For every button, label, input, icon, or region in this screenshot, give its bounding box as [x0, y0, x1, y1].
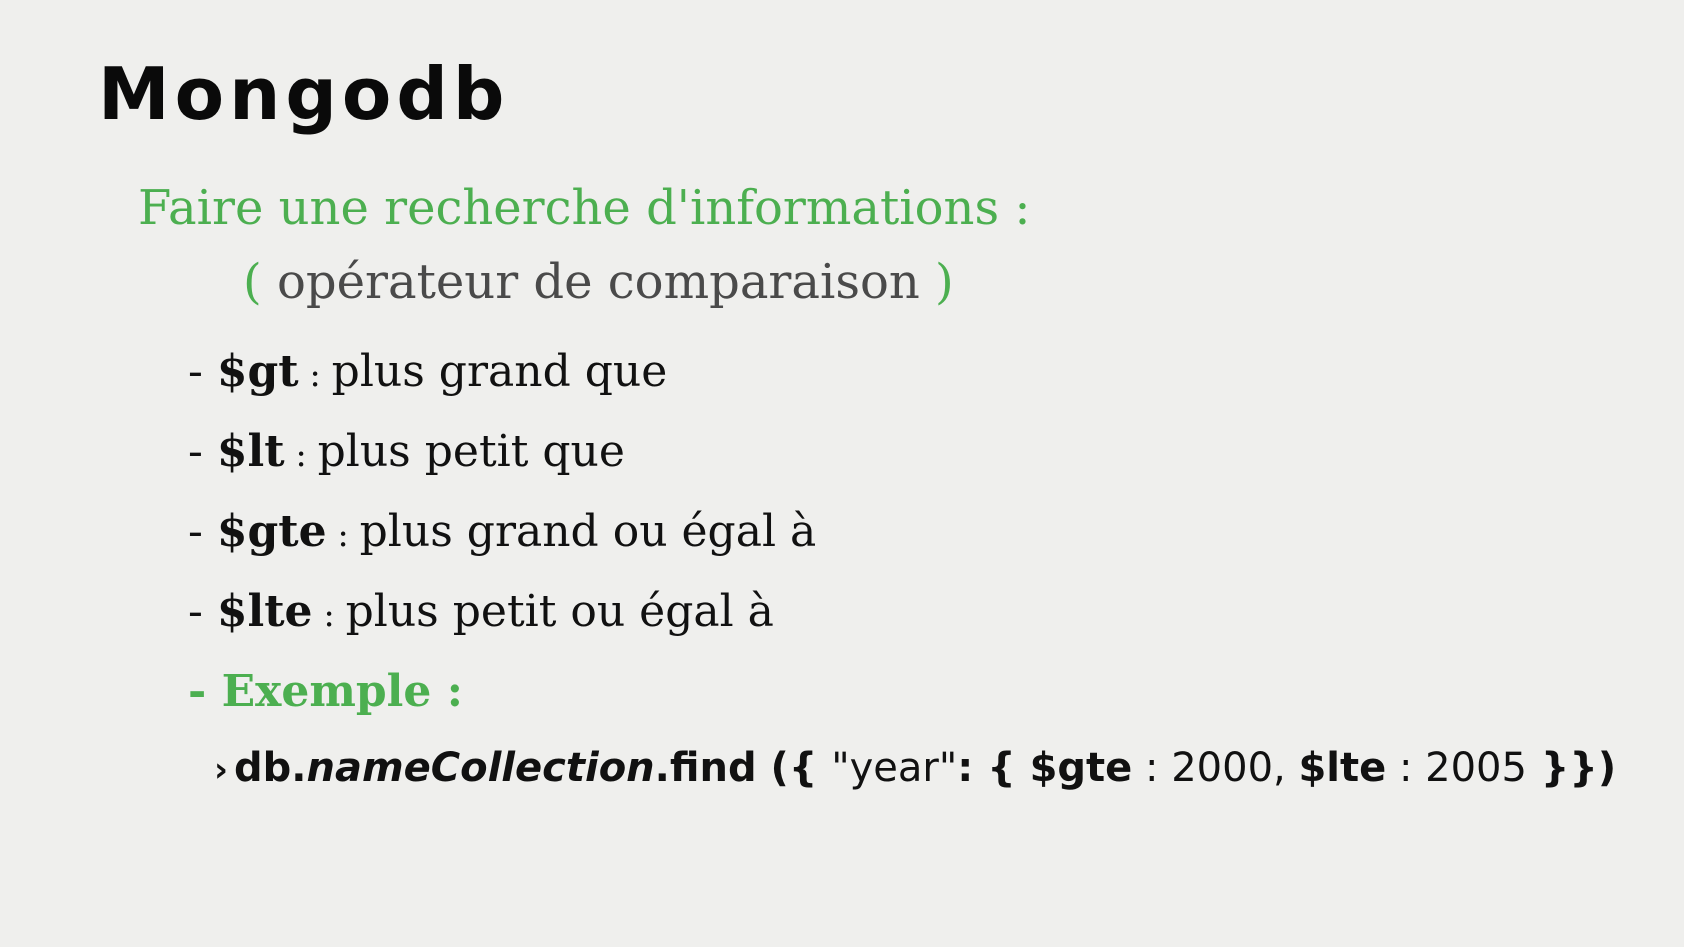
bullet-dash: -: [188, 506, 217, 557]
operator-name: $gt: [216, 346, 299, 397]
bullet-item-gte: - $gte : plus grand ou égal à: [188, 510, 816, 554]
bullet-item-lt: - $lt : plus petit que: [188, 430, 625, 474]
prompt-chevron-icon: ›: [214, 750, 229, 790]
operator-heading: opérateur de comparaison: [261, 254, 936, 310]
separator: :: [326, 515, 360, 555]
code-collection-name: nameCollection: [306, 745, 655, 791]
code-sep-1: :: [1132, 745, 1172, 791]
slide-title: Mongodb: [98, 52, 510, 136]
close-paren: ): [935, 254, 954, 310]
operator-description: plus petit ou égal à: [345, 586, 774, 637]
code-find: .find ({: [654, 745, 832, 791]
code-value-2: 2005: [1425, 745, 1527, 791]
open-paren: (: [243, 254, 262, 310]
operator-name: $gte: [216, 506, 327, 557]
example-label: - Exemple :: [188, 666, 463, 717]
code-key: "year": [831, 745, 958, 791]
code-value-1: 2000,: [1171, 745, 1286, 791]
operator-description: plus grand que: [331, 346, 668, 397]
code-lte: $lte: [1298, 745, 1387, 791]
separator: :: [312, 595, 346, 635]
section-subtitle: Faire une recherche d'informations :: [138, 180, 1031, 236]
code-close: }}): [1526, 745, 1617, 791]
operator-description: plus grand ou égal à: [359, 506, 817, 557]
separator: :: [284, 435, 318, 475]
separator: :: [298, 355, 332, 395]
section-subtitle-secondary: ( opérateur de comparaison ): [243, 258, 954, 306]
code-db: db.: [234, 745, 307, 791]
code-gte: $gte: [1029, 745, 1133, 791]
bullet-item-lte: - $lte : plus petit ou égal à: [188, 590, 774, 634]
bullet-dash: -: [188, 586, 217, 637]
bullet-dash: -: [188, 346, 217, 397]
code-sep-2: :: [1386, 745, 1426, 791]
code-colon-brace: : {: [957, 745, 1030, 791]
operator-name: $lt: [216, 426, 285, 477]
bullet-dash: -: [188, 426, 217, 477]
operator-description: plus petit que: [317, 426, 625, 477]
operator-name: $lte: [216, 586, 313, 637]
bullet-item-gt: - $gt : plus grand que: [188, 350, 667, 394]
code-example: › db.nameCollection.find ({ "year": { $gt…: [214, 748, 1616, 788]
